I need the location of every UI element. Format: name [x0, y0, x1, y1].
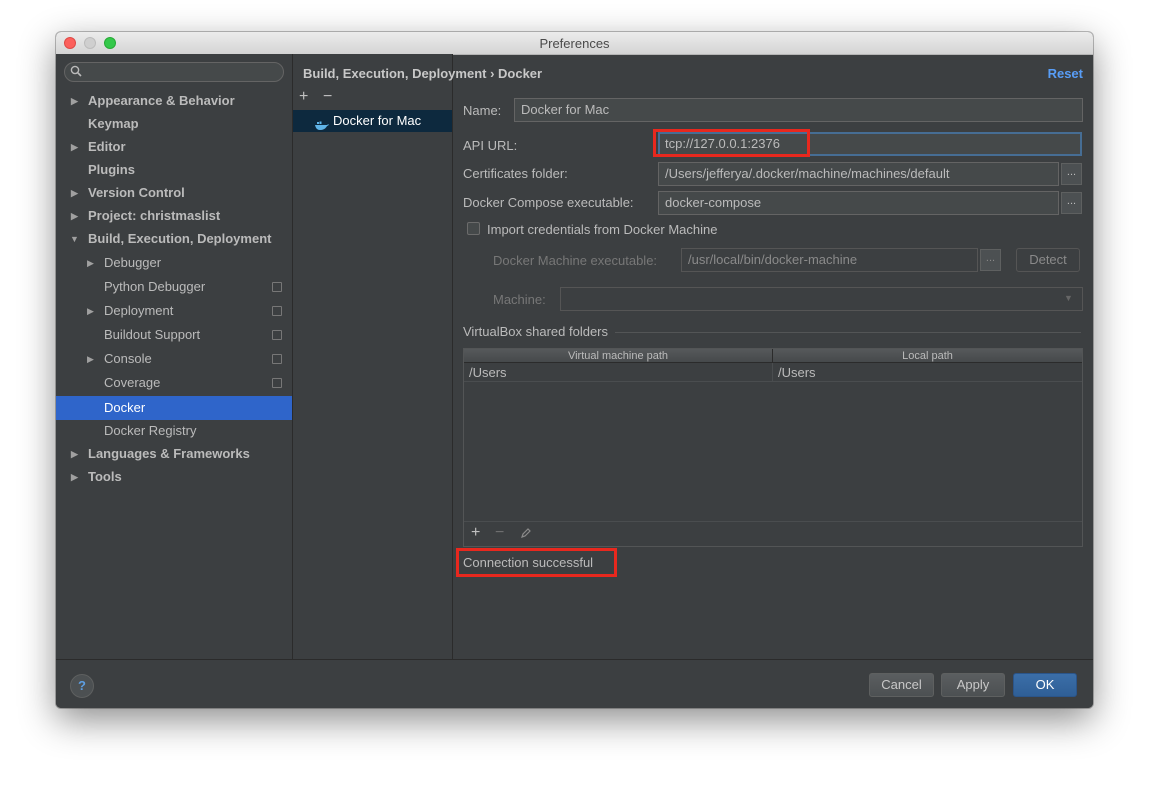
- sidebar-item-tools[interactable]: ▶ Tools: [56, 466, 292, 488]
- config-item-label: Docker for Mac: [333, 113, 422, 128]
- sidebar-item-buildout-support[interactable]: Buildout Support: [56, 324, 292, 346]
- apply-button[interactable]: Apply: [941, 673, 1005, 697]
- sidebar-item-project[interactable]: ▶ Project: christmaslist: [56, 205, 292, 227]
- sidebar-item-docker[interactable]: Docker: [56, 396, 292, 420]
- sidebar-item-coverage[interactable]: Coverage: [56, 372, 292, 394]
- sidebar-item-label: Python Debugger: [104, 279, 206, 294]
- add-folder-button[interactable]: +: [471, 524, 480, 542]
- edit-pencil-icon[interactable]: [520, 527, 532, 542]
- sidebar-item-plugins[interactable]: Plugins: [56, 159, 292, 181]
- sidebar-item-editor[interactable]: ▶ Editor: [56, 136, 292, 158]
- sidebar-item-label: Languages & Frameworks: [88, 446, 250, 461]
- project-settings-icon: [272, 354, 282, 364]
- sidebar-item-label: Version Control: [88, 185, 185, 200]
- expand-arrow-icon: ▶: [87, 354, 94, 364]
- highlight-box: [653, 129, 810, 157]
- sidebar-item-version-control[interactable]: ▶ Version Control: [56, 182, 292, 204]
- project-settings-icon: [272, 282, 282, 292]
- name-field[interactable]: Docker for Mac: [514, 98, 1083, 122]
- dialog-footer: ? Cancel Apply OK: [56, 659, 1093, 708]
- search-input[interactable]: [64, 62, 284, 82]
- sidebar-item-appearance-behavior[interactable]: ▶ Appearance & Behavior: [56, 90, 292, 112]
- remove-folder-button[interactable]: −: [495, 524, 504, 542]
- expand-arrow-icon: ▶: [71, 96, 78, 106]
- docker-whale-icon: [315, 116, 329, 130]
- shared-folders-title: VirtualBox shared folders: [463, 324, 609, 339]
- title-bar: Preferences: [56, 32, 1093, 55]
- table-toolbar: + −: [464, 521, 1082, 546]
- help-button[interactable]: ?: [70, 674, 94, 698]
- certificates-folder-field[interactable]: /Users/jefferya/.docker/machine/machines…: [658, 162, 1059, 186]
- sidebar-item-label: Coverage: [104, 375, 161, 390]
- browse-certificates-button[interactable]: ...: [1061, 163, 1082, 185]
- shared-folders-table: Virtual machine path Local path /Users /…: [463, 348, 1083, 547]
- highlight-box: [456, 548, 617, 577]
- reset-link[interactable]: Reset: [1048, 66, 1083, 81]
- sidebar-item-label: Buildout Support: [104, 327, 201, 342]
- docker-compose-field[interactable]: docker-compose: [658, 191, 1059, 215]
- sidebar-item-build-execution-deployment[interactable]: ▼ Build, Execution, Deployment: [56, 228, 292, 250]
- sidebar-item-label: Deployment: [104, 303, 174, 318]
- project-settings-icon: [272, 330, 282, 340]
- sidebar-item-label: Tools: [88, 469, 122, 484]
- import-credentials-label: Import credentials from Docker Machine: [487, 222, 718, 237]
- sidebar-item-keymap[interactable]: Keymap: [56, 113, 292, 135]
- sidebar-item-label: Appearance & Behavior: [88, 93, 235, 108]
- sidebar-item-label: Editor: [88, 139, 126, 154]
- section-divider: [615, 332, 1081, 333]
- project-settings-icon: [272, 306, 282, 316]
- table-cell-local-path[interactable]: /Users: [773, 363, 1082, 382]
- certificates-folder-label: Certificates folder:: [463, 166, 568, 181]
- machine-executable-label: Docker Machine executable:: [493, 253, 658, 268]
- machine-executable-field[interactable]: /usr/local/bin/docker-machine: [681, 248, 978, 272]
- sidebar-item-label: Project: christmaslist: [88, 208, 221, 223]
- sidebar-item-label: Console: [104, 351, 152, 366]
- docker-config-list: + − Docker for Mac: [293, 54, 453, 659]
- sidebar-item-label: Plugins: [88, 162, 135, 177]
- machine-label: Machine:: [493, 292, 546, 307]
- sidebar-item-languages-frameworks[interactable]: ▶ Languages & Frameworks: [56, 443, 292, 465]
- cancel-button[interactable]: Cancel: [869, 673, 934, 697]
- name-label: Name:: [463, 103, 502, 118]
- column-header-vm-path[interactable]: Virtual machine path: [464, 349, 773, 363]
- sidebar-item-label: Debugger: [104, 255, 162, 270]
- ok-button[interactable]: OK: [1013, 673, 1077, 697]
- sidebar-item-docker-registry[interactable]: Docker Registry: [56, 420, 292, 442]
- sidebar-item-label: Docker: [104, 400, 146, 415]
- api-url-label: API URL:: [463, 138, 518, 153]
- sidebar-item-label: Keymap: [88, 116, 139, 131]
- browse-compose-button[interactable]: ...: [1061, 192, 1082, 214]
- sidebar-item-debugger[interactable]: ▶ Debugger: [56, 252, 292, 274]
- window-title: Preferences: [539, 36, 610, 51]
- expand-arrow-icon: ▶: [71, 211, 78, 221]
- expand-arrow-icon: ▶: [87, 258, 94, 268]
- settings-sidebar: ▶ Appearance & Behavior Keymap ▶ Editor …: [56, 54, 293, 659]
- expand-arrow-icon: ▶: [87, 306, 94, 316]
- sidebar-item-console[interactable]: ▶ Console: [56, 348, 292, 370]
- sidebar-item-deployment[interactable]: ▶ Deployment: [56, 300, 292, 322]
- add-config-button[interactable]: +: [299, 88, 308, 106]
- collapse-arrow-icon: ▼: [70, 234, 79, 244]
- expand-arrow-icon: ▶: [71, 188, 78, 198]
- chevron-down-icon: ▼: [1064, 293, 1073, 303]
- project-settings-icon: [272, 378, 282, 388]
- remove-config-button[interactable]: −: [323, 88, 332, 106]
- config-item-docker-for-mac[interactable]: Docker for Mac: [293, 110, 452, 132]
- expand-arrow-icon: ▶: [71, 142, 78, 152]
- docker-compose-label: Docker Compose executable:: [463, 195, 634, 210]
- expand-arrow-icon: ▶: [71, 472, 78, 482]
- column-header-local-path[interactable]: Local path: [773, 349, 1082, 363]
- import-credentials-checkbox[interactable]: [467, 222, 480, 235]
- sidebar-item-label: Build, Execution, Deployment: [88, 231, 272, 246]
- machine-select[interactable]: [560, 287, 1083, 311]
- sidebar-item-python-debugger[interactable]: Python Debugger: [56, 276, 292, 298]
- search-icon: [70, 65, 82, 80]
- detect-button[interactable]: Detect: [1016, 248, 1080, 272]
- preferences-window: Preferences ▶ Appearance & Behavior Keym…: [56, 32, 1093, 708]
- breadcrumb: Build, Execution, Deployment › Docker: [303, 66, 543, 81]
- table-cell-vm-path[interactable]: /Users: [464, 363, 773, 382]
- sidebar-item-label: Docker Registry: [104, 423, 197, 438]
- expand-arrow-icon: ▶: [71, 449, 78, 459]
- browse-machine-button[interactable]: ...: [980, 249, 1001, 271]
